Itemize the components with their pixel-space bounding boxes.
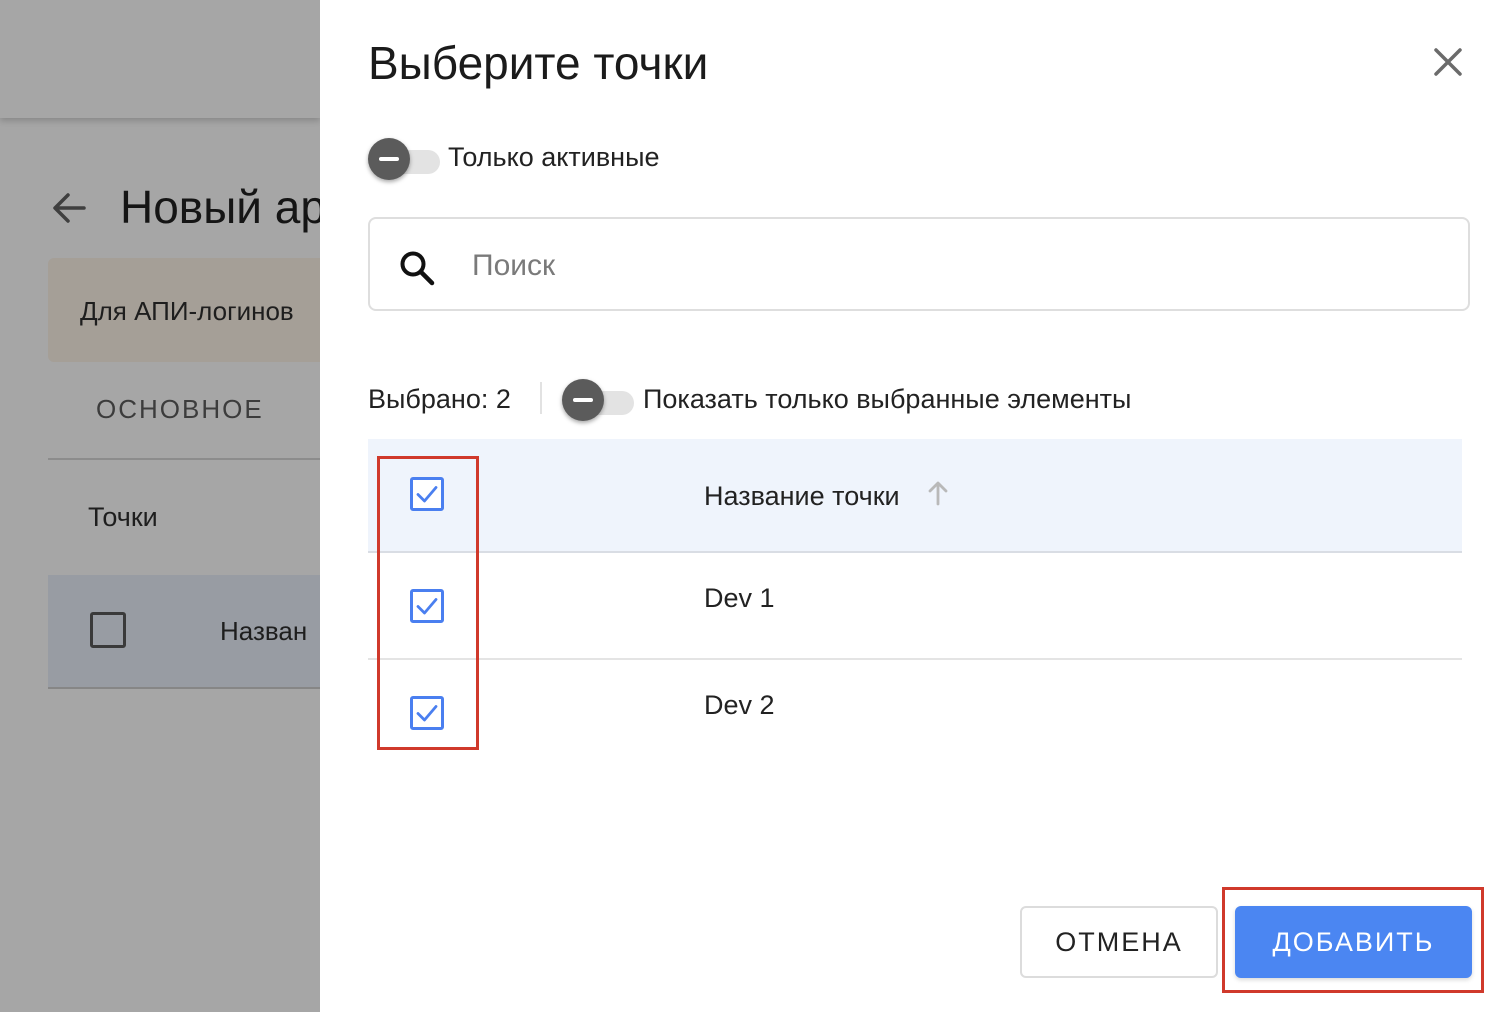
row-checkbox[interactable] [410,696,444,730]
app-bar [0,0,320,118]
toggle-thumb [562,379,604,421]
table-row[interactable]: Dev 2 [368,660,1462,765]
tab-main[interactable]: ОСНОВНОЕ [96,394,264,425]
points-table: Название точки Dev 1 Dev 2 [368,439,1462,765]
point-name-cell: Dev 2 [704,690,775,720]
only-active-toggle[interactable] [368,138,440,182]
back-arrow-icon[interactable] [48,186,88,230]
cancel-button[interactable]: ОТМЕНА [1020,906,1218,978]
table-header: Название точки [368,439,1462,553]
point-name-cell: Dev 1 [704,583,775,613]
table-row[interactable]: Dev 1 [368,553,1462,660]
section-title: Точки [88,502,158,532]
tabs-divider [48,458,320,460]
background-page: Новый ар Для АПИ-логинов ОСНОВНОЕ Точки … [0,0,320,1012]
close-icon[interactable] [1428,42,1468,82]
vertical-separator [540,382,542,414]
show-selected-only-label: Показать только выбранные элементы [643,384,1132,414]
page-title: Новый ар [120,181,320,233]
show-selected-only-toggle[interactable] [562,379,634,423]
check-icon [416,598,438,615]
background-column-header: Назван [220,616,308,646]
search-input[interactable] [470,239,1454,293]
select-points-drawer: Выберите точки Только активные Выбрано: … [320,0,1504,1012]
select-all-checkbox[interactable] [410,477,444,511]
info-banner-text: Для АПИ-логинов [80,296,294,326]
only-active-label: Только активные [448,142,660,172]
row-checkbox[interactable] [410,589,444,623]
background-select-all-checkbox[interactable] [90,612,126,648]
column-header-point-name[interactable]: Название точки [704,481,900,512]
dialog-title: Выберите точки [368,37,709,89]
selected-count: Выбрано: 2 [368,384,511,414]
sort-arrow-up-icon[interactable] [926,479,950,507]
search-icon [400,251,435,286]
search-field[interactable] [368,217,1470,311]
add-button[interactable]: ДОБАВИТЬ [1235,906,1472,978]
toggle-thumb [368,138,410,180]
check-icon [416,486,438,503]
check-icon [416,705,438,722]
